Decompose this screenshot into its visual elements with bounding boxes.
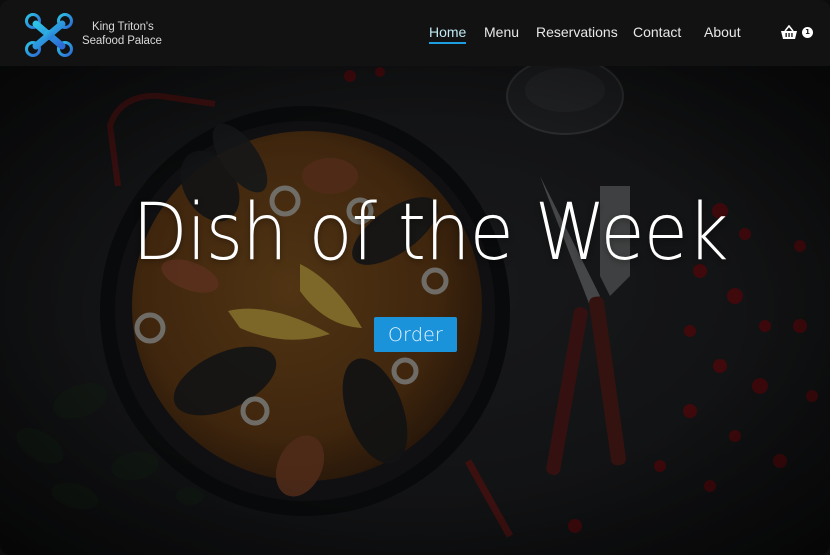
brand[interactable]: King Triton's Seafood Palace xyxy=(24,12,184,57)
nav-contact[interactable]: Contact xyxy=(633,24,681,40)
cart-count-badge: 1 xyxy=(802,27,813,38)
order-button[interactable]: Order xyxy=(374,317,457,352)
hero-section: Dish of the Week Order xyxy=(0,66,830,555)
shopping-basket-icon xyxy=(781,25,797,39)
site-header: King Triton's Seafood Palace Home Menu R… xyxy=(0,0,830,66)
page: King Triton's Seafood Palace Home Menu R… xyxy=(0,0,830,555)
brand-name: King Triton's Seafood Palace xyxy=(82,20,192,48)
nav-reservations[interactable]: Reservations xyxy=(536,24,618,40)
hero-title: Dish of the Week xyxy=(132,188,728,278)
cart-button[interactable]: 1 xyxy=(780,25,816,41)
brand-name-line1: King Triton's xyxy=(92,21,154,33)
nav-menu[interactable]: Menu xyxy=(484,24,519,40)
active-nav-indicator xyxy=(429,42,466,44)
paella-photo-background xyxy=(0,66,830,555)
nav-home[interactable]: Home xyxy=(429,24,466,40)
drone-x-icon xyxy=(25,13,73,57)
brand-name-line2: Seafood Palace xyxy=(82,35,162,47)
nav-about[interactable]: About xyxy=(704,24,741,40)
